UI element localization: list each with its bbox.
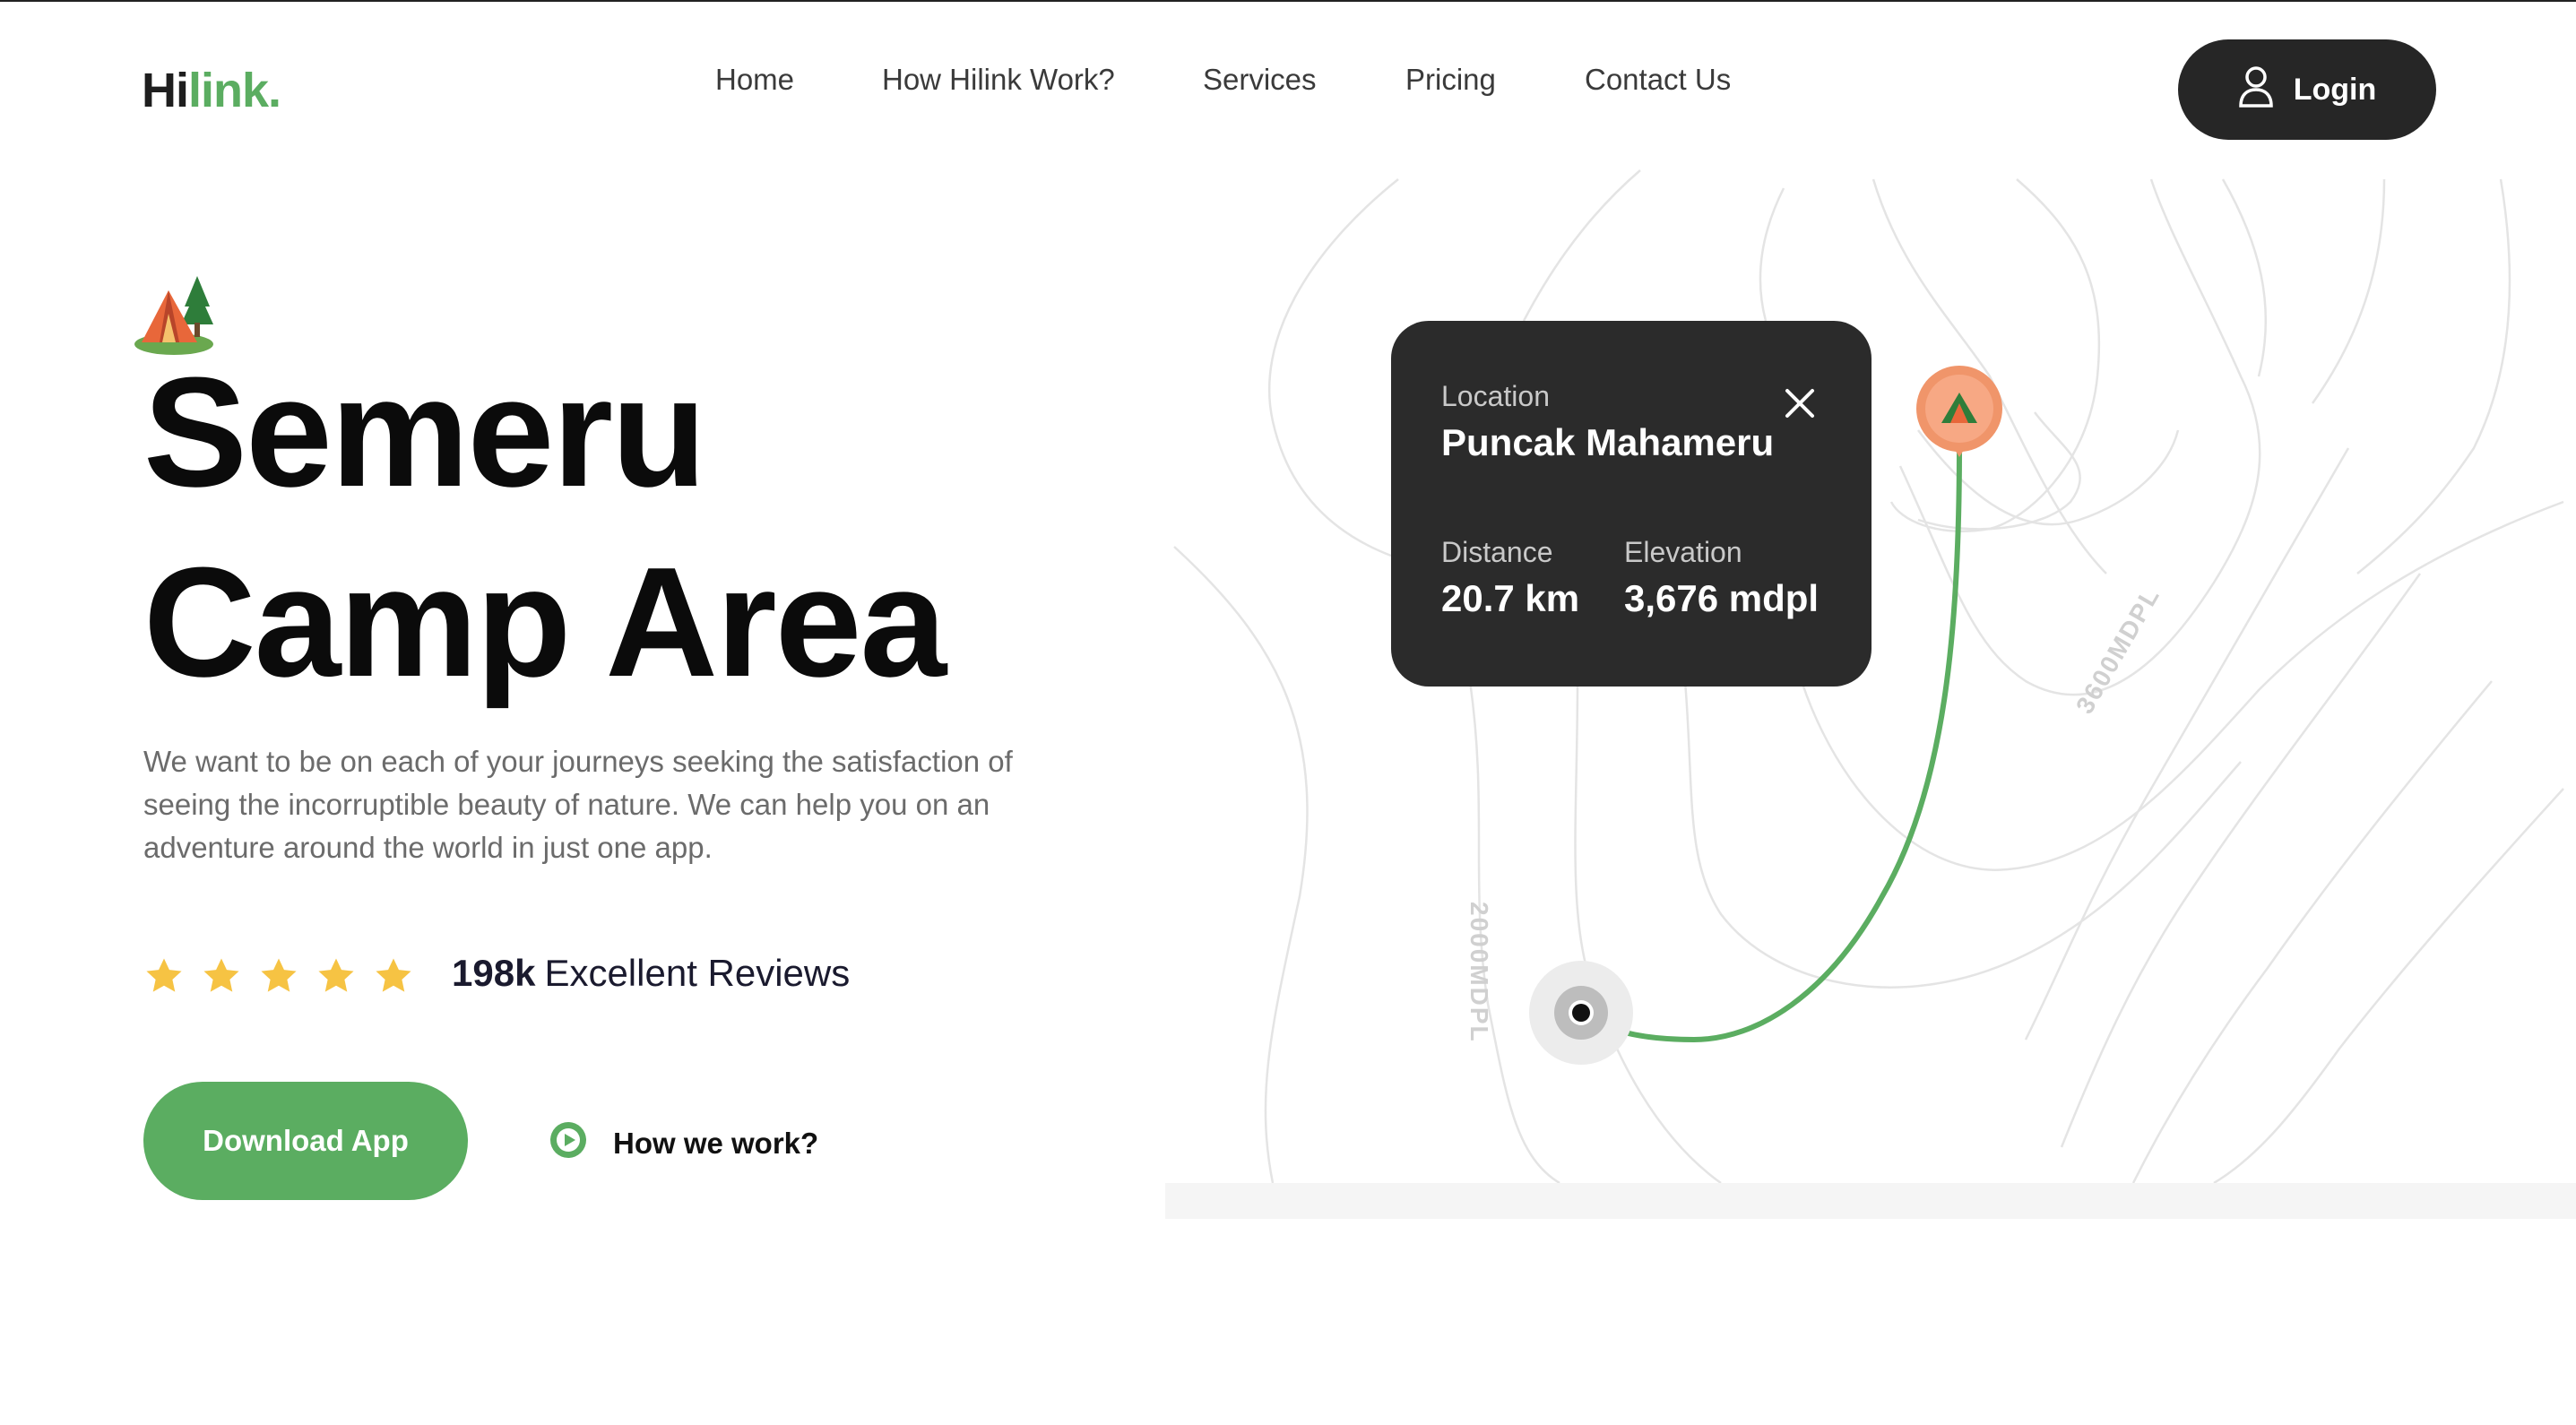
location-card: Location Puncak Mahameru Distance 20.7 k… — [1391, 321, 1871, 687]
elevation-label: Elevation — [1624, 536, 1742, 568]
distance-value: 20.7 km — [1441, 577, 1580, 619]
distance-label: Distance — [1441, 536, 1553, 568]
contour-lines — [1173, 169, 2564, 1185]
location-label: Location — [1441, 380, 1550, 412]
location-value: Puncak Mahameru — [1441, 421, 1775, 463]
elevation-value: 3,676 mdpl — [1624, 577, 1820, 619]
start-point-marker[interactable] — [1527, 959, 1635, 1071]
close-icon[interactable] — [1778, 382, 1821, 425]
topographic-map — [1165, 169, 2576, 1219]
contour-label-2000mdpl: 2000MDPL — [1465, 902, 1493, 1043]
map-pin-icon[interactable] — [1915, 364, 2004, 476]
